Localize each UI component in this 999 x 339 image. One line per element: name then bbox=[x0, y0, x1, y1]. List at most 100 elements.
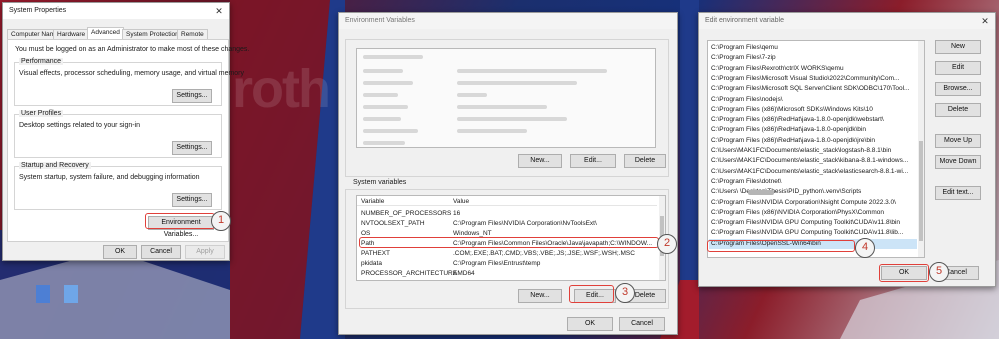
user-new-button[interactable]: New... bbox=[518, 154, 562, 168]
list-item[interactable]: C:\Program Files\NVIDIA Corporation\Nsig… bbox=[711, 198, 896, 208]
list-item[interactable]: C:\Program Files\dotnet\ bbox=[711, 177, 781, 187]
new-button[interactable]: New bbox=[935, 40, 981, 54]
user-variables-group: New... Edit... Delete bbox=[345, 39, 669, 177]
user-profiles-desc: Desktop settings related to your sign-in bbox=[19, 122, 141, 129]
list-item[interactable]: C:\Program Files (x86)\Microsoft SDKs\Wi… bbox=[711, 105, 873, 115]
row-variable: NVTOOLSEXT_PATH bbox=[361, 220, 425, 227]
user-profiles-title: User Profiles bbox=[19, 110, 64, 117]
highlight-edit-button bbox=[569, 285, 614, 303]
blurred-row bbox=[363, 55, 423, 59]
system-variables-title: System variables bbox=[353, 179, 407, 186]
vertical-scrollbar[interactable] bbox=[918, 41, 924, 257]
row-value: .COM;.EXE;.BAT;.CMD;.VBS;.VBE;.JS;.JSE;.… bbox=[453, 250, 635, 257]
list-item[interactable]: C:\Program Files (x86)\RedHat\java-1.8.0… bbox=[711, 125, 866, 135]
user-variables-table bbox=[356, 48, 656, 148]
step-badge-4: 4 bbox=[855, 238, 875, 258]
list-item[interactable]: C:\Program Files (x86)\RedHat\java-1.8.0… bbox=[711, 115, 884, 125]
blurred-row bbox=[457, 69, 607, 73]
list-item[interactable]: C:\Program Files\NVIDIA GPU Computing To… bbox=[711, 228, 903, 238]
cancel-button[interactable]: Cancel bbox=[141, 245, 181, 259]
list-item[interactable]: C:\Users\MAK1FC\Documents\elastic_stack\… bbox=[711, 156, 908, 166]
user-profiles-group: User Profiles Desktop settings related t… bbox=[14, 110, 222, 158]
blurred-row bbox=[457, 105, 547, 109]
title-bar: Environment Variables bbox=[339, 13, 677, 29]
startup-recovery-group: Startup and Recovery System startup, sys… bbox=[14, 162, 222, 210]
step-badge-3: 3 bbox=[615, 283, 635, 303]
redacted-username bbox=[748, 190, 774, 195]
move-up-button[interactable]: Move Up bbox=[935, 134, 981, 148]
list-item[interactable]: C:\Users\MAK1FC\Documents\elastic_stack\… bbox=[711, 146, 891, 156]
delete-button[interactable]: Delete bbox=[935, 103, 981, 117]
row-variable: pkidata bbox=[361, 260, 382, 267]
title-bar: System Properties ✕ bbox=[3, 3, 229, 19]
step-badge-5: 5 bbox=[929, 262, 949, 282]
blurred-row bbox=[363, 105, 408, 109]
blurred-row bbox=[457, 93, 487, 97]
path-entries-list: C:\Program Files\qemu C:\Program Files\7… bbox=[707, 40, 925, 258]
list-item[interactable]: C:\Program Files (x86)\RedHat\java-1.8.0… bbox=[711, 136, 875, 146]
desktop-icon[interactable] bbox=[64, 285, 78, 303]
startup-recovery-title: Startup and Recovery bbox=[19, 162, 91, 169]
user-profiles-settings-button[interactable]: Settings... bbox=[172, 141, 212, 155]
row-value: C:\Program Files\NVIDIA Corporation\NvTo… bbox=[453, 220, 597, 227]
row-value: C:\Program Files\Entrust\temp bbox=[453, 260, 541, 267]
close-icon[interactable]: ✕ bbox=[214, 3, 224, 19]
column-variable[interactable]: Variable bbox=[361, 197, 384, 206]
browse-button[interactable]: Browse... bbox=[935, 82, 981, 96]
user-edit-button[interactable]: Edit... bbox=[570, 154, 616, 168]
table-row[interactable]: pkidata C:\Program Files\Entrust\temp bbox=[357, 259, 657, 268]
environment-variables-dialog: Environment Variables New... Edit... Del… bbox=[338, 12, 678, 335]
move-down-button[interactable]: Move Down bbox=[935, 155, 981, 169]
edit-button[interactable]: Edit bbox=[935, 61, 981, 75]
close-icon[interactable]: ✕ bbox=[980, 13, 990, 29]
blurred-row bbox=[363, 129, 418, 133]
list-item[interactable]: C:\Users\MAK1FC\Documents\elastic_stack\… bbox=[711, 167, 908, 177]
row-variable: NUMBER_OF_PROCESSORS bbox=[361, 210, 452, 217]
list-item[interactable]: C:\Program Files\NVIDIA GPU Computing To… bbox=[711, 218, 900, 228]
list-item[interactable]: C:\Program Files\Microsoft SQL Server\Cl… bbox=[711, 84, 909, 94]
row-variable: PROCESSOR_ARCHITECTURE bbox=[361, 270, 458, 277]
cancel-button[interactable]: Cancel bbox=[619, 317, 665, 331]
step-badge-2: 2 bbox=[657, 234, 677, 254]
highlight-environment-variables bbox=[145, 213, 215, 229]
list-item[interactable]: C:\Users\ \Desktop\Thesis\PID_python\.ve… bbox=[711, 187, 861, 197]
table-row[interactable]: PATHEXT .COM;.EXE;.BAT;.CMD;.VBS;.VBE;.J… bbox=[357, 249, 657, 258]
blurred-row bbox=[457, 129, 527, 133]
window-title: System Properties bbox=[9, 7, 67, 14]
blurred-row bbox=[457, 81, 577, 85]
admin-note: You must be logged on as an Administrato… bbox=[15, 46, 250, 53]
blurred-row bbox=[363, 69, 403, 73]
startup-recovery-desc: System startup, system failure, and debu… bbox=[19, 174, 200, 181]
performance-group: Performance Visual effects, processor sc… bbox=[14, 58, 244, 106]
column-value[interactable]: Value bbox=[453, 197, 469, 206]
system-new-button[interactable]: New... bbox=[518, 289, 562, 303]
system-properties-dialog: System Properties ✕ Computer Name Hardwa… bbox=[2, 2, 249, 261]
list-item[interactable]: C:\Program Files\Microsoft Visual Studio… bbox=[711, 74, 899, 84]
ok-button[interactable]: OK bbox=[567, 317, 613, 331]
highlight-path-row bbox=[359, 237, 659, 248]
table-row[interactable]: NVTOOLSEXT_PATH C:\Program Files\NVIDIA … bbox=[357, 219, 657, 228]
window-title: Environment Variables bbox=[345, 17, 415, 24]
list-item[interactable]: C:\Program Files\Rexroth\ctrlX WORKS\qem… bbox=[711, 64, 844, 74]
list-item[interactable]: C:\Program Files\nodejs\ bbox=[711, 95, 783, 105]
list-item[interactable]: C:\Program Files (x86)\NVIDIA Corporatio… bbox=[711, 208, 884, 218]
startup-recovery-settings-button[interactable]: Settings... bbox=[172, 193, 212, 207]
row-value: AMD64 bbox=[453, 270, 475, 277]
performance-title: Performance bbox=[19, 58, 64, 65]
table-row[interactable]: NUMBER_OF_PROCESSORS 16 bbox=[357, 209, 657, 218]
list-item[interactable]: C:\Program Files\qemu bbox=[711, 43, 778, 53]
desktop-icon[interactable] bbox=[36, 285, 50, 303]
row-value: 16 bbox=[453, 210, 461, 217]
performance-settings-button[interactable]: Settings... bbox=[172, 89, 212, 103]
title-bar: Edit environment variable ✕ bbox=[699, 13, 995, 29]
apply-button[interactable]: Apply bbox=[185, 245, 225, 259]
table-row[interactable]: PROCESSOR_ARCHITECTURE AMD64 bbox=[357, 269, 657, 278]
scrollbar-thumb[interactable] bbox=[919, 141, 923, 241]
user-delete-button[interactable]: Delete bbox=[624, 154, 666, 168]
window-title: Edit environment variable bbox=[705, 17, 784, 24]
ok-button[interactable]: OK bbox=[103, 245, 137, 259]
list-item[interactable]: C:\Program Files\7-zip bbox=[711, 53, 776, 63]
blurred-row bbox=[363, 141, 405, 145]
edit-text-button[interactable]: Edit text... bbox=[935, 186, 981, 200]
performance-desc: Visual effects, processor scheduling, me… bbox=[19, 70, 245, 77]
